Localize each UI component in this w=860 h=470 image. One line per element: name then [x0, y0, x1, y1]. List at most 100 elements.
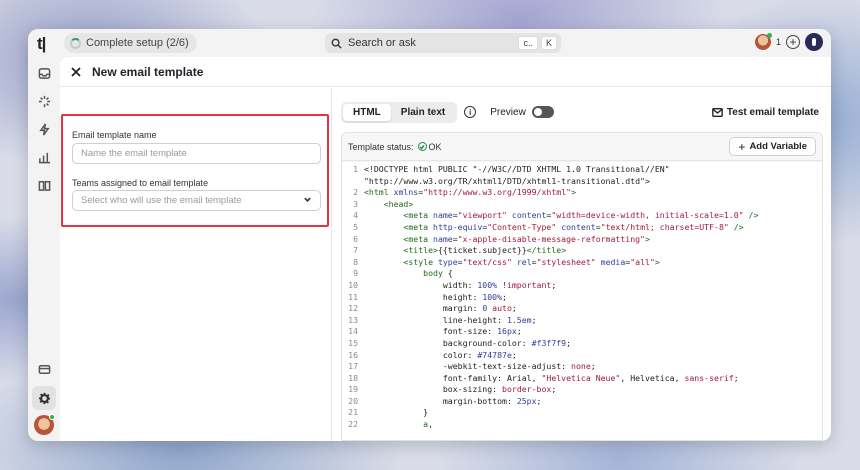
line-content: body {: [364, 268, 453, 280]
line-number: 4: [353, 210, 358, 221]
code-line: 8 <style type="text/css" rel="stylesheet…: [342, 257, 822, 269]
code-token: "http://www.w3.org/TR/xhtml1/DTD/xhtml1-…: [364, 175, 650, 186]
code-token: }: [364, 407, 429, 418]
code-token: <meta: [364, 210, 434, 221]
billing-card-icon[interactable]: [36, 361, 52, 377]
inbox-icon[interactable]: [36, 65, 52, 81]
profile-avatar[interactable]: [34, 414, 55, 435]
template-status-label: Template status:: [348, 141, 414, 152]
code-token: <meta: [364, 233, 434, 244]
code-token: 1.5em: [506, 314, 532, 325]
template-name-label: Email template name: [72, 130, 157, 140]
code-line: 3 <head>: [342, 199, 822, 211]
code-token: box-sizing:: [364, 384, 503, 395]
code-token: ;: [511, 349, 517, 360]
template-name-input[interactable]: Name the email template: [72, 143, 321, 164]
code-token: "stylesheet": [536, 256, 596, 267]
line-content: line-height: 1.5em;: [364, 315, 537, 327]
code-token: content: [556, 221, 596, 232]
html-code-editor[interactable]: 1 <!DOCTYPE html PUBLIC "-//W3C//DTD XHTM…: [342, 162, 822, 440]
line-content: color: #74787e;: [364, 350, 517, 362]
app-window: t| Complete setup (2/6) Search or ask c.…: [28, 29, 831, 441]
teams-select[interactable]: Select who will use the email template: [72, 190, 321, 211]
code-token: border-box: [502, 384, 552, 395]
code-token: ,: [428, 419, 434, 430]
code-line: 10 width: 100% !important;: [342, 280, 822, 292]
code-token: ;: [536, 395, 542, 406]
preview-toggle[interactable]: [531, 106, 554, 118]
line-content: <meta name="x-apple-disable-message-refo…: [364, 234, 650, 246]
line-content: <title>{{ticket.subject}}</title>: [364, 245, 566, 257]
code-line: 16 color: #74787e;: [342, 350, 822, 362]
code-token: none: [571, 361, 591, 372]
microphone-icon: [812, 38, 816, 46]
global-search[interactable]: Search or ask c.. K: [325, 33, 561, 53]
preview-label: Preview: [490, 106, 526, 118]
line-content: width: 100% !important;: [364, 280, 556, 292]
code-token: a: [364, 419, 429, 430]
user-avatar[interactable]: [754, 33, 772, 50]
code-token: >: [645, 233, 650, 244]
code-token: http-equiv: [433, 221, 483, 232]
add-variable-button[interactable]: + Add Variable: [729, 137, 816, 156]
line-content: <!DOCTYPE html PUBLIC "-//W3C//DTD XHTML…: [364, 164, 670, 176]
code-token: {{ticket.subject}}: [437, 245, 527, 256]
reports-chart-icon[interactable]: [36, 149, 52, 165]
line-number: 11: [348, 291, 358, 302]
code-line: 15 background-color: #f3f7f9;: [342, 338, 822, 350]
code-token: "width=device-width, initial-scale=1.0": [551, 210, 744, 221]
code-token: ;: [531, 314, 537, 325]
code-line: 17 -webkit-text-size-adjust: none;: [342, 361, 822, 373]
code-token: rel: [511, 256, 532, 267]
test-email-template-button[interactable]: Test email template: [712, 107, 823, 118]
code-token: ;: [516, 326, 522, 337]
code-token: />: [728, 221, 744, 232]
code-token: "Content-Type": [487, 221, 557, 232]
code-token: />: [743, 210, 759, 221]
complete-setup-button[interactable]: Complete setup (2/6): [64, 33, 197, 53]
voice-assistant-button[interactable]: [805, 33, 823, 51]
code-token: "text/css": [462, 256, 512, 267]
tab-html[interactable]: HTML: [343, 103, 391, 121]
lightning-icon[interactable]: [36, 121, 52, 137]
code-token: ;: [590, 361, 596, 372]
code-token: media: [595, 256, 626, 267]
toggle-knob: [533, 108, 542, 116]
line-number: 12: [348, 303, 358, 314]
template-settings-form: Email template name Name the email templ…: [60, 88, 332, 441]
settings-gear-icon[interactable]: [32, 386, 56, 410]
knowledge-book-icon[interactable]: [36, 177, 52, 193]
code-token: margin:: [364, 303, 483, 314]
code-token: name: [433, 210, 453, 221]
code-token: ;: [733, 372, 739, 383]
line-content: box-sizing: border-box;: [364, 384, 556, 396]
code-token: content: [506, 210, 547, 221]
code-line: 4 <meta name="viewport" content="width=d…: [342, 210, 822, 222]
code-token: "http://www.w3.org/1999/xhtml": [423, 187, 572, 198]
info-icon[interactable]: i: [464, 106, 477, 118]
tab-plain-text[interactable]: Plain text: [391, 104, 455, 121]
line-number: 19: [348, 384, 358, 395]
code-token: ;: [502, 291, 507, 302]
template-status-bar: Template status: OK + Add Variable: [342, 133, 822, 161]
code-token: >: [654, 256, 660, 267]
line-content: <meta http-equiv="Content-Type" content=…: [364, 221, 744, 234]
shortcut-key-k: K: [540, 36, 557, 50]
code-line: 7 <title>{{ticket.subject}}</title>: [342, 245, 822, 257]
code-token: <html: [364, 187, 394, 198]
close-icon[interactable]: [70, 66, 82, 78]
code-token: "text/html; charset=UTF-8": [600, 221, 729, 232]
line-number: [342, 176, 364, 188]
code-line: 2 <html xmlns="http://www.w3.org/1999/xht…: [342, 187, 822, 199]
app-logo[interactable]: t|: [37, 34, 46, 54]
code-token: ;: [566, 337, 572, 348]
code-token: auto: [487, 303, 512, 314]
ai-sparkle-icon[interactable]: [36, 93, 52, 109]
code-line: 6 <meta name="x-apple-disable-message-re…: [342, 234, 822, 246]
line-content: <meta name="viewport" content="width=dev…: [364, 210, 758, 222]
line-content: "http://www.w3.org/TR/xhtml1/DTD/xhtml1-…: [364, 176, 650, 188]
code-token: -webkit-text-size-adjust:: [364, 361, 572, 372]
create-new-button[interactable]: +: [786, 35, 800, 49]
line-content: font-size: 16px;: [364, 326, 522, 338]
code-token: background-color:: [364, 337, 532, 348]
